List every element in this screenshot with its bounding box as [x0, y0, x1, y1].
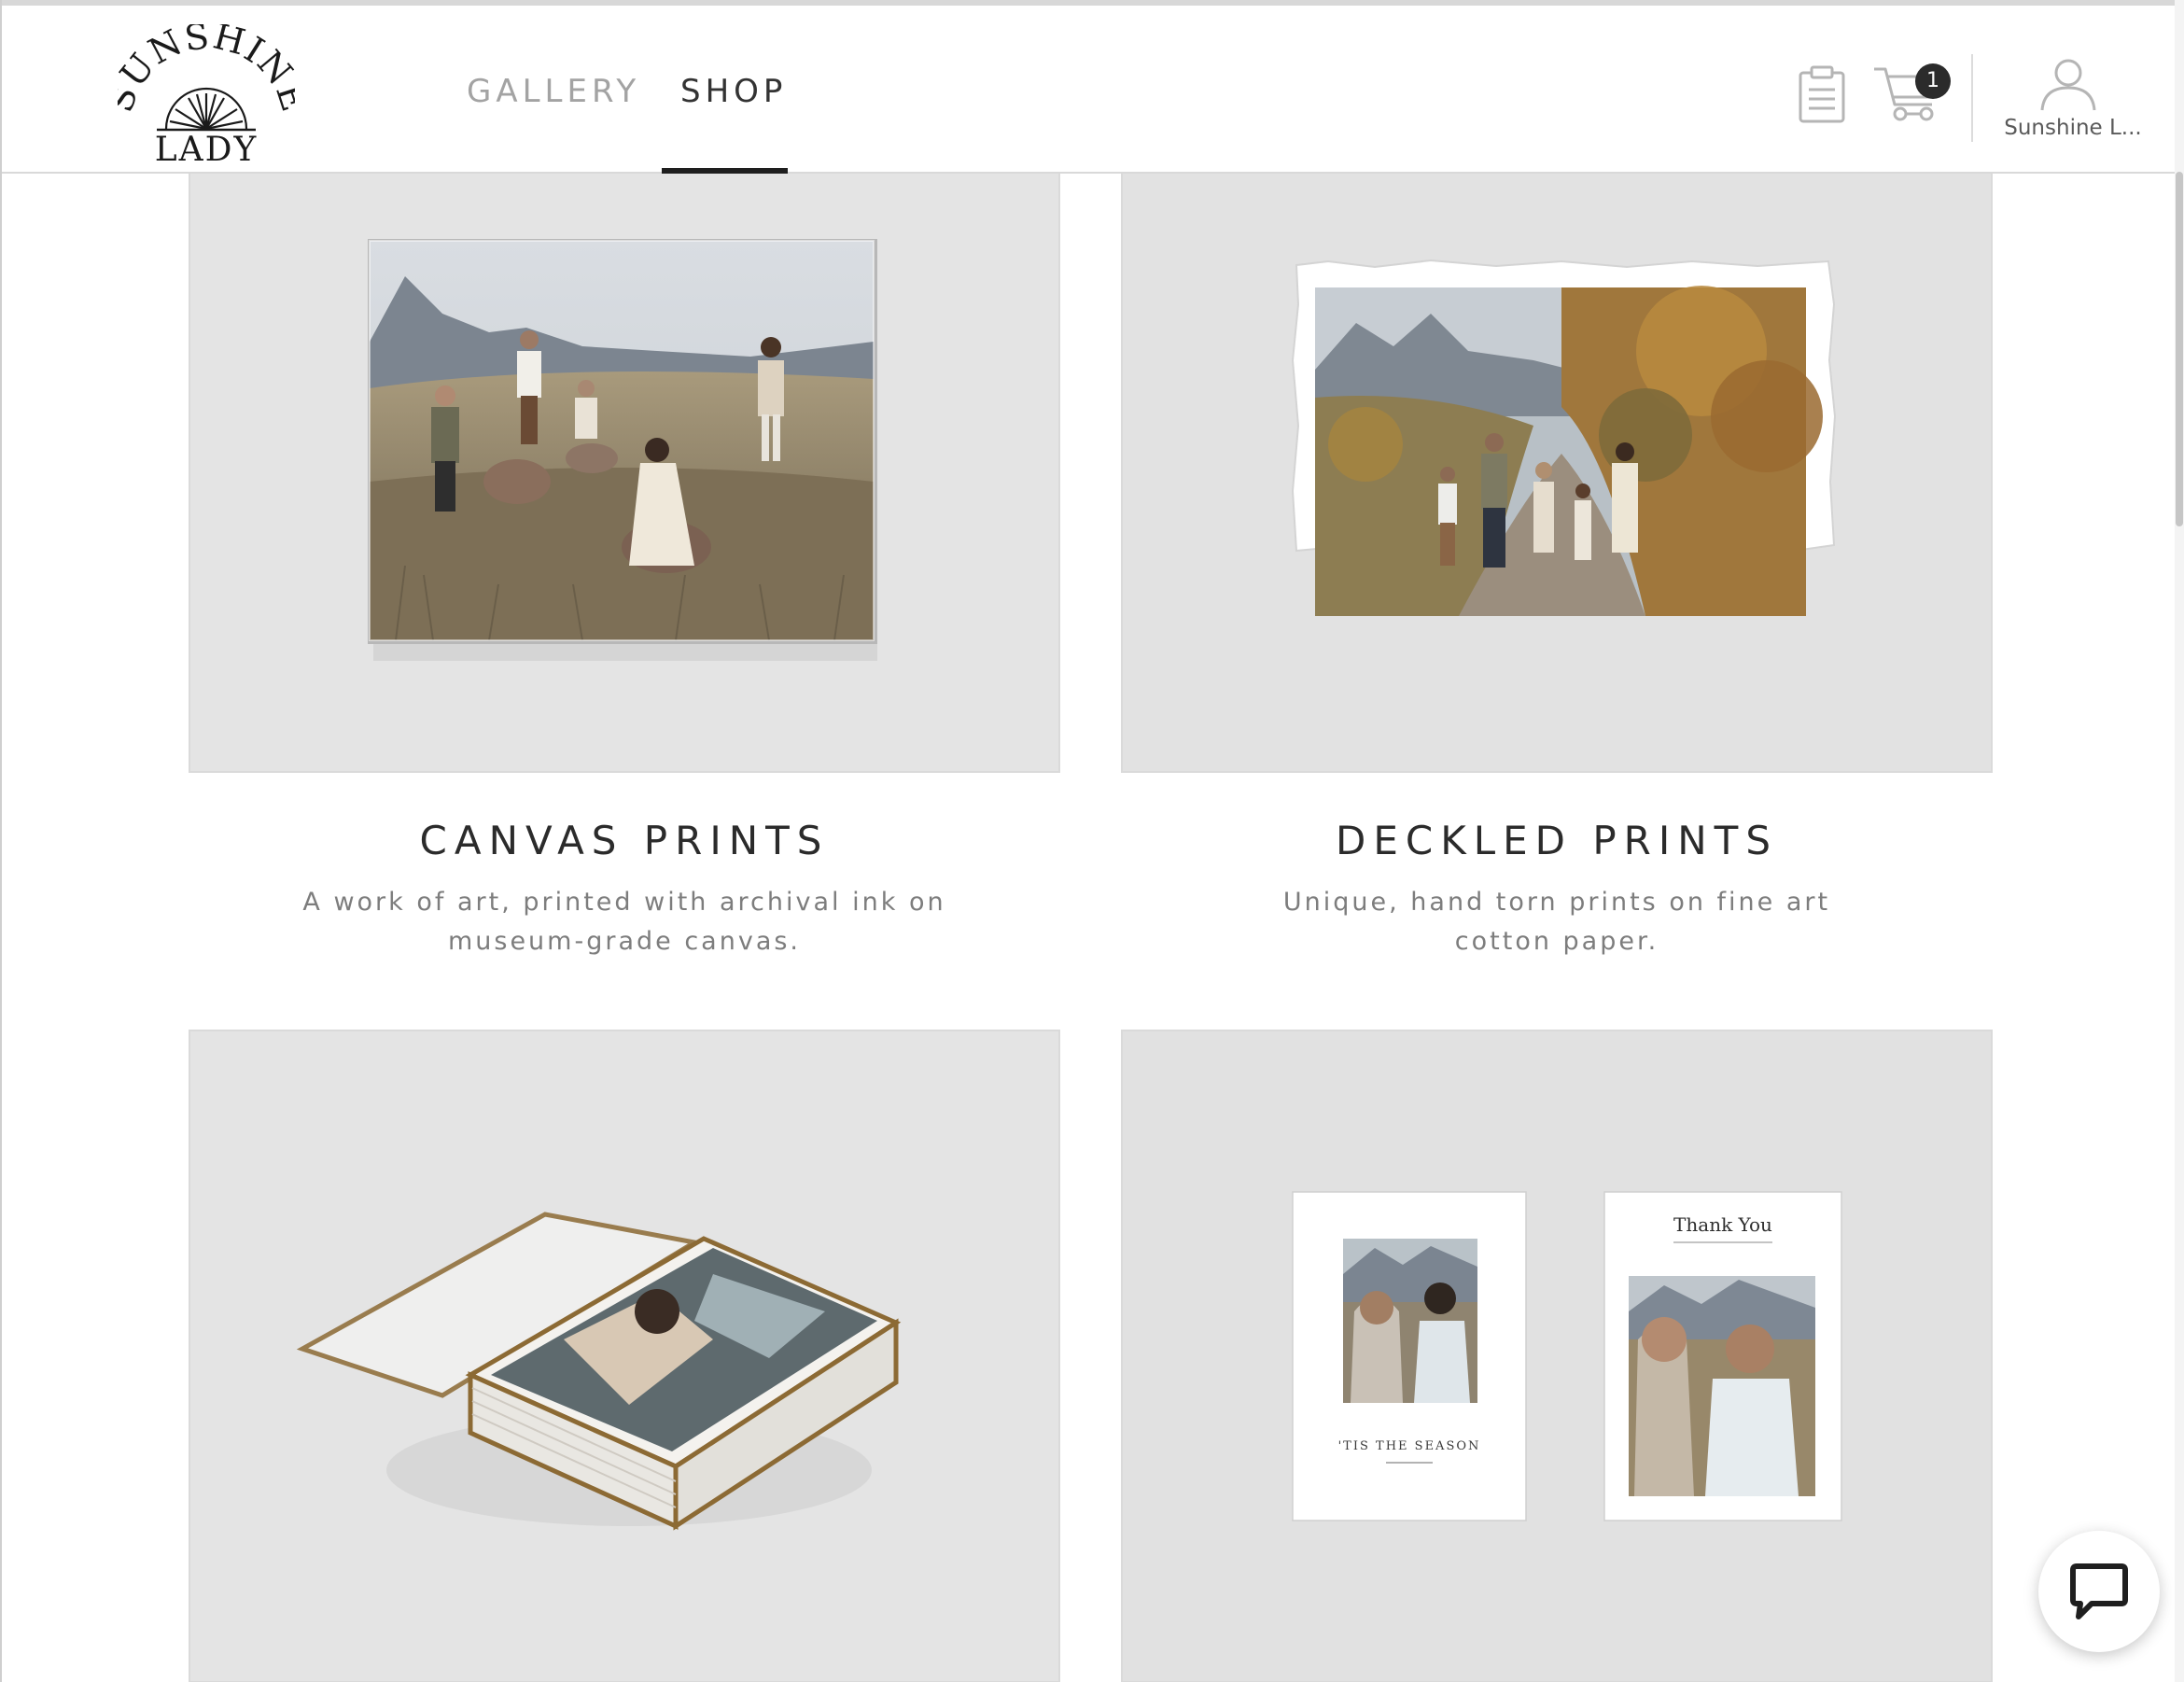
product-title-canvas-prints[interactable]: CANVAS PRINTS: [189, 818, 1060, 863]
product-tile-deckled-prints[interactable]: [1121, 172, 1993, 773]
product-tile-cards[interactable]: 'TIS THE SEASON Thank You: [1121, 1030, 1993, 1682]
product-title-deckled-prints[interactable]: DECKLED PRINTS: [1121, 818, 1993, 863]
sun-rays-graphic: [164, 87, 248, 131]
family-deckled-photo: [1291, 259, 1837, 616]
account-name[interactable]: Sunshine L...: [1994, 116, 2152, 140]
card2-heading: Thank You: [1673, 1213, 1772, 1236]
product-tile-canvas-prints[interactable]: [189, 172, 1060, 773]
brand-logo[interactable]: SUNSHINE LADY: [118, 24, 295, 164]
window-left-border: [0, 0, 2, 1682]
clipboard-icon[interactable]: [1798, 65, 1846, 123]
holiday-cards: 'TIS THE SEASON Thank You: [1292, 1191, 1842, 1521]
nav-shop[interactable]: SHOP: [680, 73, 787, 110]
active-nav-indicator: [662, 168, 788, 174]
header-divider: [1971, 54, 1973, 142]
user-icon[interactable]: [2037, 58, 2100, 112]
page: SUNSHINE LADY GALLERY SHOP: [0, 0, 2184, 1682]
glass-photo-box: [296, 1212, 902, 1531]
cart-count-badge: 1: [1915, 63, 1951, 99]
product-desc-canvas-prints: A work of art, printed with archival ink…: [302, 888, 946, 956]
chat-bubble-icon: [2070, 1563, 2128, 1619]
family-canvas-photo: [368, 239, 877, 661]
logo-text-bottom: LADY: [155, 131, 259, 164]
product-tile-photo-box[interactable]: [189, 1030, 1060, 1682]
chat-button[interactable]: [2038, 1531, 2160, 1652]
nav-gallery[interactable]: GALLERY: [467, 73, 640, 110]
product-desc-deckled-prints: Unique, hand torn prints on fine art cot…: [1282, 888, 1831, 956]
scrollbar-thumb[interactable]: [2176, 172, 2183, 526]
site-header: SUNSHINE LADY GALLERY SHOP: [2, 6, 2175, 174]
card1-heading: 'TIS THE SEASON: [1338, 1439, 1481, 1453]
